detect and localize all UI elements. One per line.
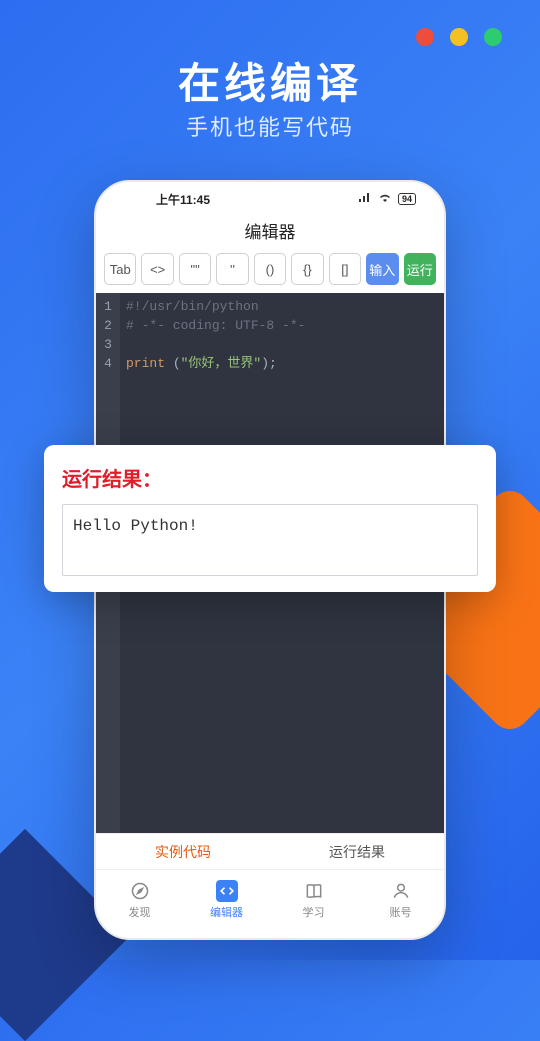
line-number: 4	[96, 354, 120, 373]
nav-discover[interactable]: 发现	[96, 870, 183, 929]
minimize-icon	[450, 28, 468, 46]
status-icons: 94	[358, 193, 416, 206]
nav-label: 编辑器	[210, 904, 243, 920]
tab-run-result[interactable]: 运行结果	[270, 834, 444, 869]
hero-title: 在线编译	[0, 50, 540, 111]
line-number: 3	[96, 335, 120, 354]
status-bar: 上午11:45 94	[96, 182, 444, 216]
app-title: 编辑器	[96, 216, 444, 253]
angle-bracket-button[interactable]: <>	[141, 253, 173, 285]
result-popup: 运行结果： Hello Python!	[44, 445, 496, 592]
line-number: 2	[96, 316, 120, 335]
wifi-icon	[378, 193, 392, 206]
close-icon	[416, 28, 434, 46]
code-token: print	[126, 356, 165, 371]
code-icon	[216, 880, 238, 902]
editor-subtabs: 实例代码 运行结果	[96, 833, 444, 869]
double-quote-button[interactable]: ""	[179, 253, 211, 285]
single-quote-button[interactable]: ''	[216, 253, 248, 285]
code-token: (	[165, 356, 181, 371]
bracket-button[interactable]: []	[329, 253, 361, 285]
nav-account[interactable]: 账号	[357, 870, 444, 929]
hero-subtitle: 手机也能写代码	[0, 110, 540, 142]
input-button[interactable]: 输入	[366, 253, 398, 285]
nav-label: 发现	[129, 904, 151, 920]
maximize-icon	[484, 28, 502, 46]
bottom-nav: 发现 编辑器 学习 账号	[96, 869, 444, 929]
editor-toolbar: Tab <> "" '' () {} [] 输入 运行	[96, 253, 444, 293]
run-button[interactable]: 运行	[404, 253, 436, 285]
nav-label: 账号	[390, 904, 412, 920]
status-time: 上午11:45	[156, 191, 210, 208]
window-controls	[416, 28, 502, 46]
user-icon	[390, 880, 412, 902]
code-token: );	[261, 356, 277, 371]
code-line: #!/usr/bin/python	[126, 299, 259, 314]
signal-icon	[358, 193, 372, 206]
book-icon	[303, 880, 325, 902]
battery-icon: 94	[398, 193, 416, 205]
compass-icon	[129, 880, 151, 902]
nav-learn[interactable]: 学习	[270, 870, 357, 929]
result-output: Hello Python!	[62, 504, 478, 576]
paren-button[interactable]: ()	[254, 253, 286, 285]
code-token: "你好，世界"	[181, 356, 262, 371]
result-title: 运行结果：	[62, 463, 478, 492]
code-line: # -*- coding: UTF-8 -*-	[126, 318, 305, 333]
line-number: 1	[96, 297, 120, 316]
tab-example-code[interactable]: 实例代码	[96, 834, 270, 869]
nav-editor[interactable]: 编辑器	[183, 870, 270, 929]
nav-label: 学习	[303, 904, 325, 920]
brace-button[interactable]: {}	[291, 253, 323, 285]
tab-key-button[interactable]: Tab	[104, 253, 136, 285]
